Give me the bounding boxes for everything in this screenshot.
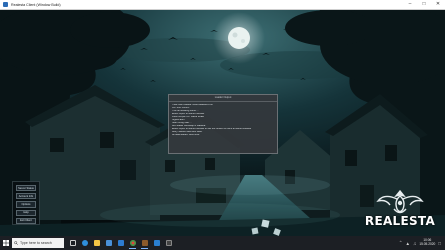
mail-icon[interactable] — [115, 237, 126, 249]
game-client-icon[interactable] — [139, 237, 150, 249]
dialog-log-body: Tibia Client loaded. Build Realesta 8.60… — [169, 102, 277, 140]
taskbar-search-box[interactable]: Type here to search — [12, 238, 64, 248]
start-button[interactable] — [0, 236, 12, 250]
window-title-bar[interactable]: Realesta Client (Window Build) – □ ✕ — [0, 0, 445, 10]
moon — [228, 27, 250, 49]
log-line: All data loaded. Good luck. — [172, 134, 200, 137]
network-icon[interactable]: ▲ — [405, 241, 409, 246]
app-icon — [3, 2, 8, 7]
terminal-icon[interactable] — [163, 237, 174, 249]
windows-logo-icon — [3, 240, 9, 246]
loader-output-dialog[interactable]: Loader Output Tibia Client loaded. Build… — [168, 94, 278, 154]
menu-button-account-info[interactable]: Account Info — [16, 193, 36, 200]
main-menu-panel: Server Status Account Info Options Help … — [12, 181, 40, 225]
task-view-icon[interactable] — [67, 237, 78, 249]
menu-button-exit[interactable]: Exit Client — [16, 217, 36, 225]
logo-text: REALESTA — [364, 214, 436, 228]
dragon-emblem-icon — [376, 189, 424, 214]
menu-button-server-status[interactable]: Server Status — [16, 185, 36, 192]
notifications-icon[interactable]: □ — [438, 241, 441, 246]
menu-button-help[interactable]: Help — [16, 209, 36, 216]
pinned-apps — [67, 237, 174, 249]
menu-button-options[interactable]: Options — [16, 201, 36, 208]
dialog-title: Loader Output — [169, 95, 277, 102]
system-tray: ⌃ ▲ ♫ 10:06 15.05.2020 □ — [399, 238, 445, 247]
taskbar-clock[interactable]: 10:06 15.05.2020 — [419, 238, 436, 247]
edge-icon[interactable] — [79, 237, 90, 249]
chrome-icon[interactable] — [127, 237, 138, 249]
windows-taskbar: Type here to search ⌃ ▲ ♫ 10:06 15.05.20… — [0, 236, 445, 250]
search-icon — [14, 241, 18, 245]
clock-date: 15.05.2020 — [419, 242, 436, 246]
window-controls: – □ ✕ — [403, 0, 445, 9]
window-title: Realesta Client (Window Build) — [11, 2, 61, 7]
minimize-icon[interactable]: – — [403, 0, 417, 9]
search-placeholder: Type here to search — [20, 241, 52, 245]
maximize-icon[interactable]: □ — [417, 0, 431, 9]
vscode-icon[interactable] — [151, 237, 162, 249]
chevron-up-icon[interactable]: ⌃ — [399, 240, 403, 246]
close-icon[interactable]: ✕ — [431, 0, 445, 9]
folder-icon[interactable] — [91, 237, 102, 249]
store-icon[interactable] — [103, 237, 114, 249]
volume-icon[interactable]: ♫ — [413, 241, 416, 246]
realesta-logo: REALESTA — [364, 187, 436, 232]
